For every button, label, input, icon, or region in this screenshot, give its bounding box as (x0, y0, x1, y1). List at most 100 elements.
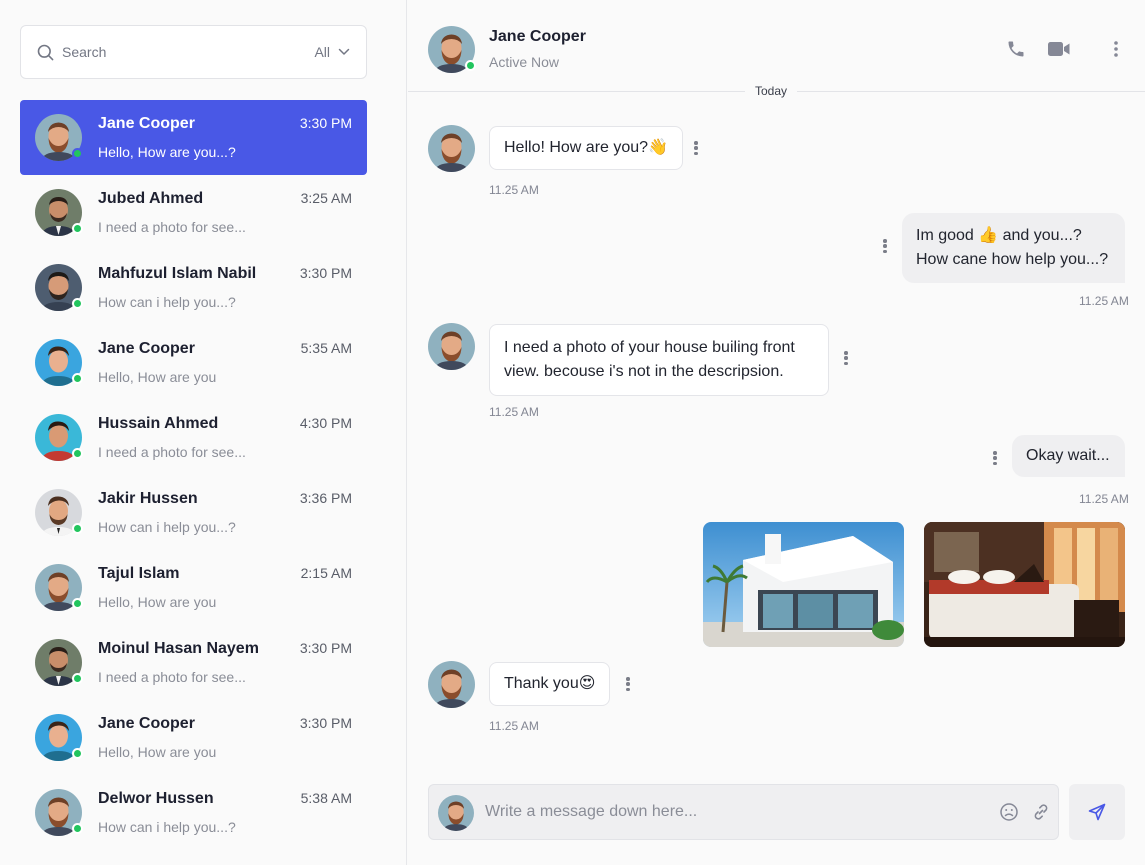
message-time: 3:36 PM (299, 490, 352, 506)
conversation-sidebar: Search All Jane Cooper 3:30 PM Hello, Ho… (0, 0, 407, 865)
message-time: 3:30 PM (299, 715, 352, 731)
online-status-dot (72, 298, 83, 309)
contact-name: Jane Cooper (98, 115, 195, 132)
more-vertical-icon[interactable] (842, 349, 850, 367)
more-vertical-icon[interactable] (1105, 38, 1127, 60)
contact-name: Jane Cooper (98, 715, 195, 732)
avatar (438, 795, 474, 831)
conversation-list: Jane Cooper 3:30 PM Hello, How are you..… (20, 100, 367, 850)
conversation-item[interactable]: Delwor Hussen 5:38 AM How can i help you… (20, 775, 367, 850)
contact-name: Tajul Islam (98, 565, 180, 582)
avatar (35, 639, 83, 686)
contact-name: Delwor Hussen (98, 790, 214, 807)
message-preview: How can i help you...? (98, 294, 236, 310)
message-bubble: Hello! How are you?👋 (489, 126, 683, 170)
message-text-line: view. becouse i's not in the descripsion… (504, 363, 784, 380)
send-button[interactable] (1069, 784, 1125, 840)
conversation-item[interactable]: Mahfuzul Islam Nabil 3:30 PM How can i h… (20, 250, 367, 325)
filter-dropdown[interactable]: All (314, 44, 350, 60)
avatar (428, 125, 475, 172)
online-status-dot (72, 148, 83, 159)
avatar (428, 661, 475, 708)
link-icon[interactable] (1031, 802, 1051, 822)
online-status-dot (72, 448, 83, 459)
conversation-item[interactable]: Jakir Hussen 3:36 PM How can i help you.… (20, 475, 367, 550)
contact-name: Jakir Hussen (98, 490, 198, 507)
contact-name: Jane Cooper (98, 340, 195, 357)
avatar (35, 789, 83, 836)
chat-contact-name: Jane Cooper (489, 28, 586, 45)
message-preview: How can i help you...? (98, 819, 236, 835)
avatar (35, 114, 83, 161)
more-vertical-icon[interactable] (881, 237, 889, 255)
search-input[interactable]: Search (62, 44, 314, 60)
more-vertical-icon[interactable] (692, 139, 700, 157)
message-bubble: I need a photo of your house builing fro… (489, 324, 829, 396)
contact-name: Jubed Ahmed (98, 190, 204, 207)
contact-name: Hussain Ahmed (98, 415, 219, 432)
message-time: 3:25 AM (300, 190, 352, 206)
online-status-dot (72, 823, 83, 834)
send-icon (1087, 802, 1107, 822)
message-time: 5:38 AM (300, 790, 352, 806)
house-exterior-photo[interactable] (703, 522, 904, 647)
message-preview: Hello, How are you (98, 594, 217, 610)
chat-contact-status: Active Now (489, 54, 560, 70)
avatar (428, 323, 475, 370)
emoji-icon[interactable] (999, 802, 1019, 822)
message-time: 2:15 AM (300, 565, 352, 581)
avatar (35, 714, 83, 761)
message-bubble: Im good 👍 and you...? How cane how help … (902, 213, 1125, 283)
message-time: 11.25 AM (489, 719, 539, 733)
conversation-item[interactable]: Jane Cooper 3:30 PM Hello, How are you (20, 700, 367, 775)
message-time: 11.25 AM (489, 405, 539, 419)
message-composer (428, 784, 1059, 840)
message-time: 11.25 AM (489, 183, 539, 197)
conversation-item[interactable]: Moinul Hasan Nayem 3:30 PM I need a phot… (20, 625, 367, 700)
message-text-line: How cane how help you...? (916, 251, 1109, 268)
message-time: 11.25 AM (1079, 492, 1129, 506)
video-icon[interactable] (1048, 38, 1070, 60)
search-bar[interactable]: Search All (20, 25, 367, 79)
conversation-item[interactable]: Jubed Ahmed 3:25 AM I need a photo for s… (20, 175, 367, 250)
message-preview: Hello, How are you...? (98, 144, 236, 160)
online-status-dot (72, 223, 83, 234)
conversation-item[interactable]: Jane Cooper 3:30 PM Hello, How are you..… (20, 100, 367, 175)
message-time: 3:30 PM (299, 115, 352, 131)
conversation-item[interactable]: Hussain Ahmed 4:30 PM I need a photo for… (20, 400, 367, 475)
phone-icon[interactable] (1005, 38, 1027, 60)
more-vertical-icon[interactable] (991, 449, 999, 467)
message-bubble: Okay wait... (1012, 435, 1125, 477)
search-icon (37, 44, 54, 61)
conversation-item[interactable]: Tajul Islam 2:15 AM Hello, How are you (20, 550, 367, 625)
online-status-dot (465, 60, 476, 71)
chat-panel: Jane Cooper Active Now Today Hello! How … (408, 0, 1145, 865)
message-preview: How can i help you...? (98, 519, 236, 535)
message-preview: Hello, How are you (98, 744, 217, 760)
avatar (35, 264, 83, 311)
message-time: 11.25 AM (1079, 294, 1129, 308)
online-status-dot (72, 373, 83, 384)
contact-name: Moinul Hasan Nayem (98, 640, 259, 657)
more-vertical-icon[interactable] (624, 675, 632, 693)
conversation-item[interactable]: Jane Cooper 5:35 AM Hello, How are you (20, 325, 367, 400)
message-preview: Hello, How are you (98, 369, 217, 385)
filter-dropdown-label: All (314, 44, 330, 60)
bedroom-interior-photo[interactable] (924, 522, 1125, 647)
online-status-dot (72, 748, 83, 759)
chat-header: Jane Cooper Active Now (408, 0, 1145, 92)
day-divider: Today (745, 84, 798, 98)
message-time: 3:30 PM (299, 640, 352, 656)
message-time: 5:35 AM (300, 340, 352, 356)
message-preview: I need a photo for see... (98, 219, 246, 235)
message-preview: I need a photo for see... (98, 669, 246, 685)
message-input[interactable] (485, 785, 985, 839)
avatar (35, 189, 83, 236)
online-status-dot (72, 598, 83, 609)
message-bubble: Thank you😍 (489, 662, 611, 706)
message-preview: I need a photo for see... (98, 444, 246, 460)
message-time: 3:30 PM (299, 265, 352, 281)
contact-name: Mahfuzul Islam Nabil (98, 265, 257, 282)
avatar (35, 339, 83, 386)
avatar (428, 26, 476, 73)
